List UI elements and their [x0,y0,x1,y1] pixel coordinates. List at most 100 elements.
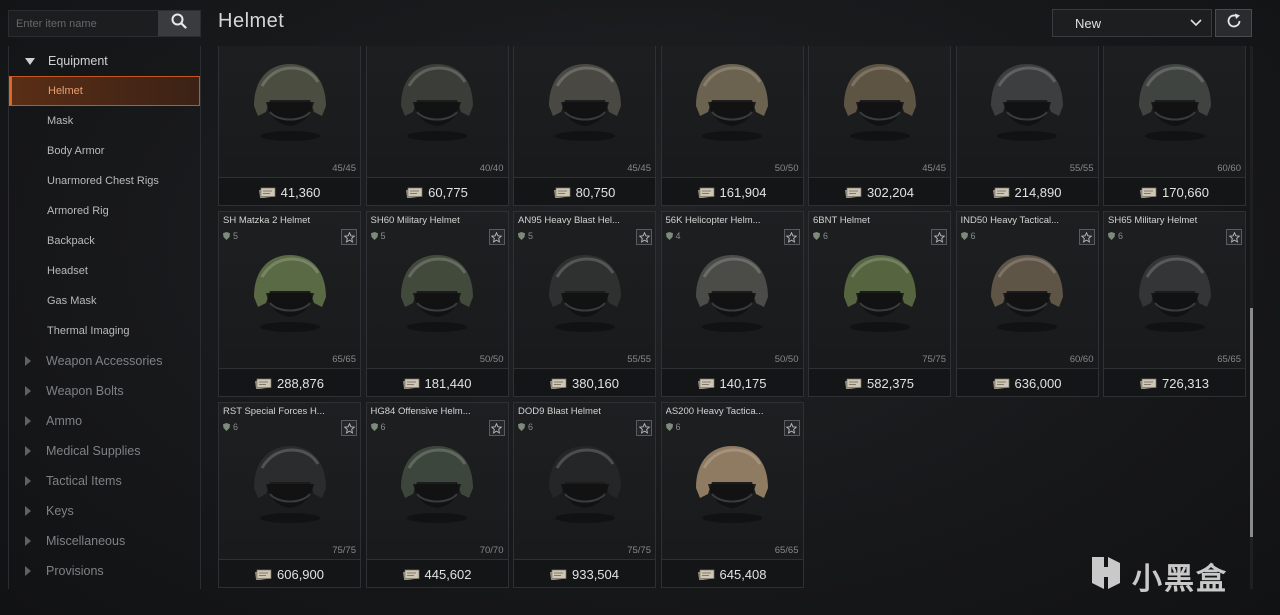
item-price-value: 302,204 [867,184,914,200]
sidebar-item-thermal-imaging[interactable]: Thermal Imaging [9,316,200,346]
helmet-icon [991,255,1063,333]
category-label: Weapon Accessories [46,354,163,368]
armor-shield-icon [518,423,525,431]
item-card[interactable]: AS200 Heavy Tactica... 6 65/65 645,408 [660,402,804,588]
favorite-button[interactable] [931,229,947,245]
item-durability: 50/50 [774,163,799,174]
armor-shield-icon [370,232,378,240]
favorite-button[interactable] [636,229,652,245]
item-name: 56K Helicopter Helm... [665,215,761,226]
category-ammo[interactable]: Ammo [9,406,200,436]
category-tactical-items[interactable]: Tactical Items [9,466,200,496]
item-price: 41,360 [219,178,360,206]
item-price-value: 582,375 [867,375,914,391]
favorite-button[interactable] [636,420,652,436]
item-card[interactable]: 45/45 80,750 [513,46,656,206]
currency-bill-icon [550,569,567,580]
item-card[interactable]: AN95 Heavy Blast Hel... 5 55/55 380,160 [513,211,656,397]
sidebar-item-gas-mask[interactable]: Gas Mask [9,286,200,316]
sidebar-item-mask[interactable]: Mask [9,106,200,136]
currency-bill-icon [402,569,419,580]
item-price-value: 181,440 [424,375,472,391]
item-card[interactable]: 6BNT Helmet 6 75/75 582,375 [808,211,951,397]
item-card[interactable]: SH65 Military Helmet 6 65/65 726,313 [1103,211,1246,397]
item-price: 933,504 [514,560,655,588]
collapsed-triangle-icon [25,506,31,516]
item-image-area: 55/55 [956,46,1098,178]
helmet-icon [696,446,768,524]
category-keys[interactable]: Keys [9,496,200,526]
sort-dropdown[interactable]: New [1052,9,1212,37]
watermark: 小黑盒 [1086,553,1228,598]
item-card[interactable]: SH60 Military Helmet 5 50/50 181,440 [365,211,509,397]
item-level: 6 [960,231,976,241]
currency-bill-icon [402,378,419,389]
favorite-button[interactable] [341,229,357,245]
category-miscellaneous[interactable]: Miscellaneous [9,526,200,556]
item-name: IND50 Heavy Tactical... [960,215,1060,226]
refresh-button[interactable] [1215,9,1252,37]
item-card[interactable]: 45/45 41,360 [218,46,361,206]
item-level-value: 5 [380,231,386,241]
category-label: Keys [46,504,74,518]
favorite-button[interactable] [488,420,505,436]
item-image-area: 6BNT Helmet 6 75/75 [809,212,950,369]
favorite-button[interactable] [1078,229,1095,245]
item-price: 606,900 [219,560,360,588]
item-card[interactable]: DOD9 Blast Helmet 6 75/75 933,504 [513,402,656,588]
item-name: AS200 Heavy Tactica... [665,406,764,417]
item-card[interactable]: 60/60 170,660 [1103,46,1246,206]
scrollbar[interactable] [1250,46,1253,589]
item-price: 582,375 [809,369,950,397]
currency-bill-icon [258,187,275,198]
sidebar-item-armored-rig[interactable]: Armored Rig [9,196,200,226]
search-input[interactable] [9,11,158,36]
category-label: Tactical Items [46,474,122,488]
favorite-button[interactable] [1226,229,1242,245]
helmet-icon [401,64,473,142]
item-card[interactable]: IND50 Heavy Tactical... 6 60/60 636,000 [955,211,1099,397]
favorite-button[interactable] [783,420,800,436]
watermark-logo-icon [1086,553,1126,598]
category-provisions[interactable]: Provisions [9,556,200,586]
item-price: 80,750 [514,178,655,206]
sidebar-item-helmet[interactable]: Helmet [9,76,200,106]
favorite-button[interactable] [488,229,505,245]
item-price-value: 645,408 [719,566,767,582]
sidebar-item-unarmored-chest-rigs[interactable]: Unarmored Chest Rigs [9,166,200,196]
item-card[interactable]: 45/45 302,204 [808,46,951,206]
item-price: 170,660 [1104,178,1245,206]
chevron-down-icon [1189,17,1203,32]
item-card[interactable]: 50/50 161,904 [660,46,804,206]
expanded-triangle-icon [25,57,35,65]
item-image-area: AS200 Heavy Tactica... 6 65/65 [661,403,803,560]
search-icon [171,13,187,34]
sidebar-item-headset[interactable]: Headset [9,256,200,286]
helmet-icon [843,255,916,333]
item-price-value: 170,660 [1162,184,1209,200]
category-medical-supplies[interactable]: Medical Supplies [9,436,200,466]
sidebar-item-body-armor[interactable]: Body Armor [9,136,200,166]
item-card[interactable]: HG84 Offensive Helm... 6 70/70 445,602 [365,402,509,588]
item-card[interactable]: 40/40 60,775 [365,46,509,206]
category-equipment[interactable]: Equipment [9,46,200,76]
favorite-button[interactable] [341,420,357,436]
scrollbar-thumb[interactable] [1250,308,1253,537]
item-grid-viewport: 45/45 41,360 40/40 60,775 45/45 80,750 50/50 16… [218,46,1248,615]
watermark-text: 小黑盒 [1132,562,1228,596]
item-card[interactable]: RST Special Forces H... 6 75/75 606,900 [218,402,361,588]
item-durability: 75/75 [332,545,356,556]
currency-bill-icon [697,187,714,198]
category-weapon-bolts[interactable]: Weapon Bolts [9,376,200,406]
collapsed-triangle-icon [25,416,31,426]
favorite-button[interactable] [783,229,800,245]
item-card[interactable]: SH Matzka 2 Helmet 5 65/65 288,876 [218,211,361,397]
item-card[interactable]: 55/55 214,890 [955,46,1099,206]
item-level: 6 [223,422,238,432]
item-card[interactable]: 56K Helicopter Helm... 4 50/50 140,175 [660,211,804,397]
category-weapon-accessories[interactable]: Weapon Accessories [9,346,200,376]
item-level-value: 5 [233,231,239,241]
search-button[interactable] [158,11,200,36]
sidebar-item-backpack[interactable]: Backpack [9,226,200,256]
category-label: Equipment [48,54,108,68]
